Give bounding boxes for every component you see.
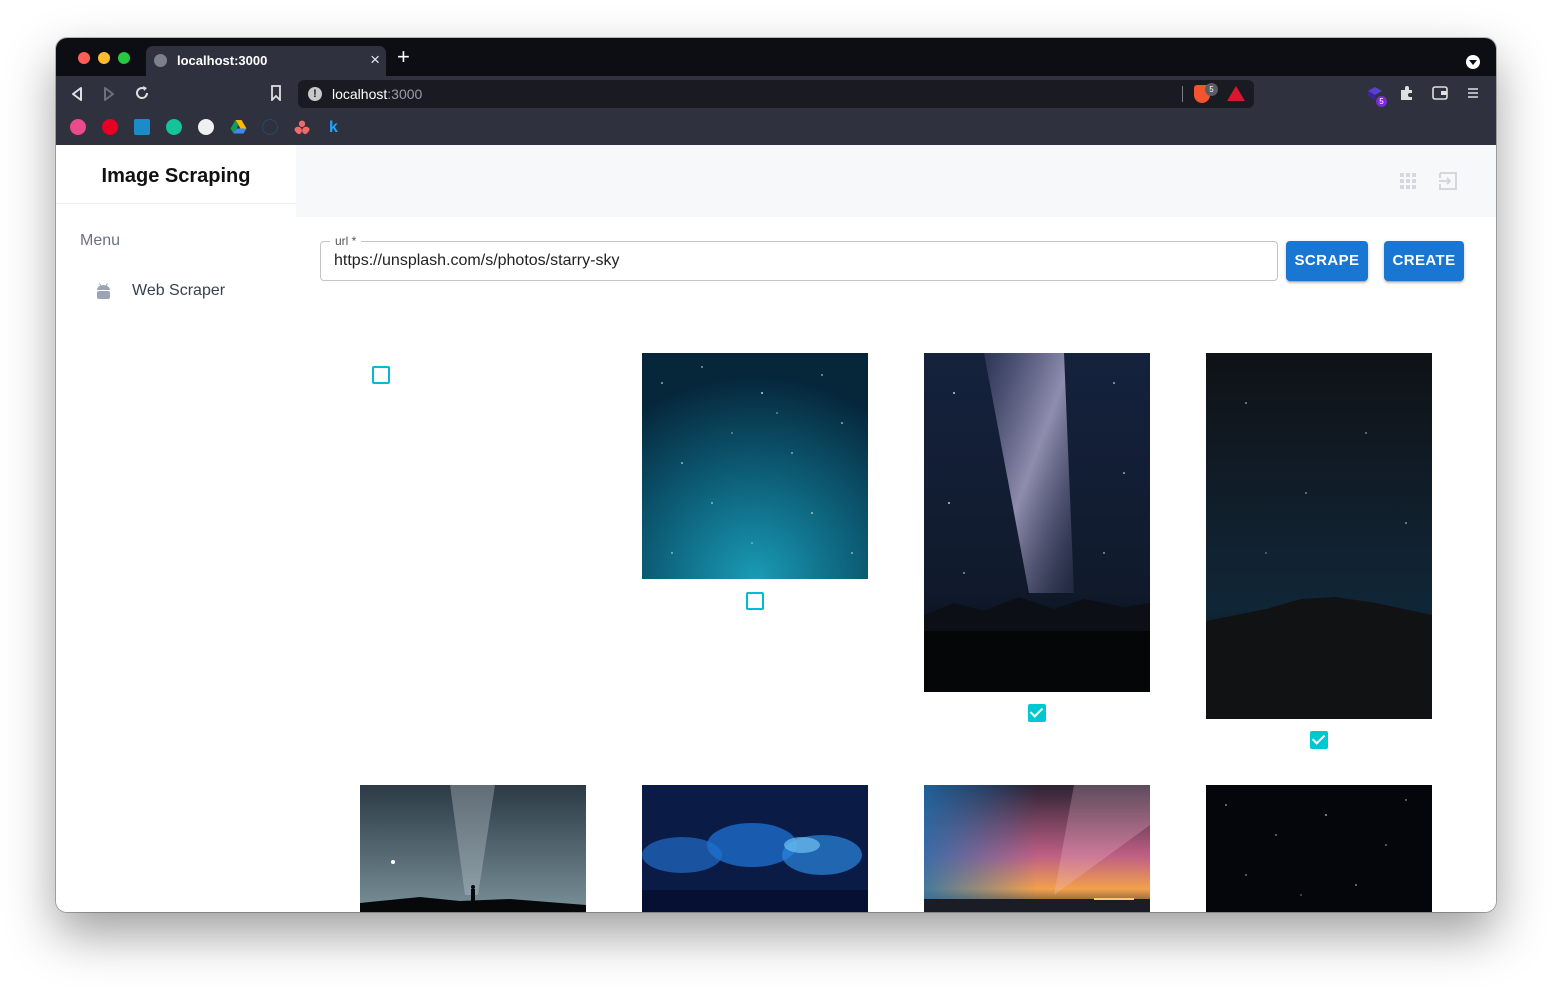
hamburger-menu-icon[interactable] (1467, 87, 1479, 99)
brave-rewards-icon[interactable] (1227, 86, 1245, 101)
main-panel: url * SCRAPE CREATE (296, 145, 1496, 912)
browser-toolbar: ! localhost:3000 5 5 (56, 76, 1496, 112)
person-under-milky-way-image (360, 785, 586, 912)
tab-title: localhost:3000 (177, 53, 268, 68)
globe-icon (154, 54, 167, 67)
bookmark-icon[interactable] (270, 85, 282, 101)
zoom-window-button[interactable] (118, 52, 130, 64)
k-icon[interactable]: k (329, 119, 338, 137)
brave-shield-badge: 5 (1205, 83, 1218, 96)
extension-badge: 5 (1376, 96, 1387, 107)
wallet-icon[interactable] (1432, 86, 1448, 100)
react-icon[interactable] (262, 119, 278, 135)
close-tab-icon[interactable]: × (370, 50, 380, 70)
analytics-icon[interactable] (134, 119, 150, 135)
logout-icon[interactable] (1438, 171, 1458, 191)
image-checkbox-checked[interactable] (1310, 731, 1328, 749)
dark-hill-night-sky-image (1206, 353, 1432, 719)
back-icon[interactable] (70, 86, 84, 102)
sidebar-item-web-scraper[interactable]: Web Scraper (72, 271, 280, 311)
minimize-window-button[interactable] (98, 52, 110, 64)
apps-grid-icon[interactable] (1400, 173, 1416, 189)
browser-tab[interactable]: localhost:3000 × (146, 46, 386, 76)
milky-way-mountains-image (924, 353, 1150, 692)
app-content: Image Scraping Menu Web Scraper url * SC (56, 145, 1496, 912)
tab-menu-icon[interactable] (1466, 55, 1480, 69)
github-icon[interactable] (198, 119, 214, 135)
menu-heading: Menu (80, 232, 121, 249)
dark-starfield-image (1206, 785, 1432, 912)
sunset-milky-way-image (924, 785, 1150, 912)
address-separator (1182, 86, 1183, 102)
android-icon (97, 283, 110, 299)
blue-nebula-image (642, 785, 868, 912)
app-brand: Image Scraping (56, 145, 296, 204)
teal-starfield-image (642, 353, 868, 579)
image-checkbox[interactable] (372, 366, 390, 384)
top-bar (296, 145, 1496, 217)
google-drive-icon[interactable] (230, 119, 247, 134)
forward-icon[interactable] (102, 86, 116, 102)
asana-icon[interactable] (294, 119, 310, 135)
address-port: :3000 (387, 86, 423, 102)
dribbble-icon[interactable] (70, 119, 86, 135)
address-text: localhost:3000 (332, 86, 422, 102)
close-window-button[interactable] (78, 52, 90, 64)
tab-strip: localhost:3000 × + (56, 38, 1496, 76)
address-bar[interactable]: ! localhost:3000 5 (298, 80, 1254, 108)
address-host: localhost (332, 86, 388, 102)
new-tab-icon[interactable]: + (397, 46, 410, 68)
image-checkbox-checked[interactable] (1028, 704, 1046, 722)
site-info-icon[interactable]: ! (308, 87, 322, 101)
bookmarks-bar: k (56, 112, 1496, 145)
sidebar-item-label: Web Scraper (132, 282, 226, 299)
url-input[interactable] (334, 252, 1264, 270)
url-field: url * (320, 234, 1278, 281)
scrape-button[interactable]: SCRAPE (1286, 241, 1368, 281)
url-field-label: url * (330, 234, 362, 248)
puzzle-icon[interactable] (1399, 85, 1415, 101)
grammarly-icon[interactable] (166, 119, 182, 135)
reload-icon[interactable] (134, 85, 150, 101)
browser-window: localhost:3000 × + ! localhost:3000 5 5 (56, 38, 1496, 912)
pinterest-icon[interactable] (102, 119, 118, 135)
create-button[interactable]: CREATE (1384, 241, 1464, 281)
sidebar: Image Scraping Menu Web Scraper (56, 145, 296, 912)
image-checkbox[interactable] (746, 592, 764, 610)
